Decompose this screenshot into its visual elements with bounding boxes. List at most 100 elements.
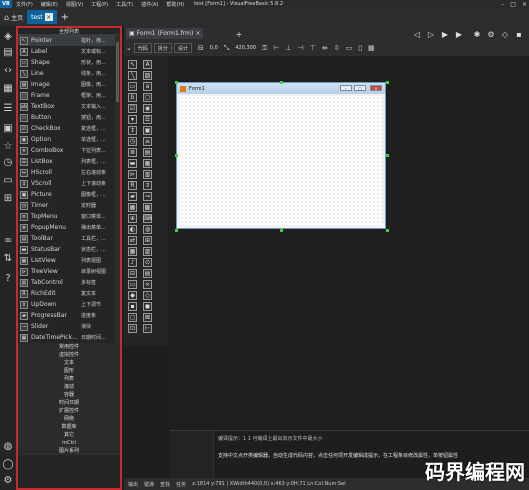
palette-image-icon[interactable]: ▨ <box>143 71 152 80</box>
align-left-icon[interactable]: ⊢ <box>273 44 279 52</box>
distribute-h-icon[interactable]: ⇹ <box>322 44 328 52</box>
palette-net-icon[interactable]: ⊠ <box>143 313 152 322</box>
toolbox-item-slider[interactable]: ⊸ Slider 滑块 <box>18 321 120 332</box>
tasks-tab[interactable]: 任务 <box>176 481 186 488</box>
palette-popup-icon[interactable]: ≡ <box>143 137 152 146</box>
maximize-icon[interactable]: □ <box>510 1 516 8</box>
form1-window[interactable]: Form1 – □ × <box>176 82 386 229</box>
palette-pager-icon[interactable]: ⊙ <box>143 258 152 267</box>
toolbox-category[interactable]: mCtrl <box>18 439 120 447</box>
menu-tools[interactable]: 工具(T) <box>112 1 137 8</box>
grid-icon[interactable]: ▦ <box>2 82 14 94</box>
palette-grid-icon[interactable]: ⊞ <box>143 236 152 245</box>
palette-web-icon[interactable]: ◐ <box>128 225 137 234</box>
palette-button-icon[interactable]: ▭ <box>128 82 137 91</box>
resize-handle-nw[interactable] <box>175 81 178 84</box>
toolbox-item-updown[interactable]: ⇕ UpDown 上下调节 <box>18 299 120 310</box>
toolbox-item-frame[interactable]: ▢ Frame 框架，用... <box>18 90 120 101</box>
layout-icon[interactable]: ⊟ <box>198 44 204 52</box>
palette-calendar-icon[interactable]: ▦ <box>128 203 137 212</box>
close-icon[interactable]: × <box>522 1 527 8</box>
clock-icon[interactable]: ◷ <box>2 156 14 168</box>
toolbox-category[interactable]: 图片系列 <box>18 447 120 455</box>
toolbox-item-line[interactable]: ╲ Line 线条，用... <box>18 68 120 79</box>
tab-test[interactable]: test × <box>27 10 57 24</box>
palette-toolbar-icon[interactable]: ≣ <box>128 148 137 157</box>
palette-custom-icon[interactable]: ∞ <box>143 280 152 289</box>
menu-project[interactable]: 工程(P) <box>87 1 112 8</box>
flow-icon[interactable]: ⇅ <box>2 252 14 264</box>
toolbox-item-vscroll[interactable]: ↕ VScroll 上下滚动条 <box>18 178 120 189</box>
same-height-icon[interactable]: ▯ <box>358 44 362 52</box>
palette-rtf-icon[interactable]: ▪ <box>128 302 137 311</box>
toolbox-item-statusbar[interactable]: ▬ StatusBar 状态栏，... <box>18 244 120 255</box>
design-view-button[interactable]: 设计 <box>173 43 192 53</box>
distribute-v-icon[interactable]: ⇳ <box>334 44 340 52</box>
palette-misc-icon[interactable]: ◼ <box>143 302 152 311</box>
toolbox-category[interactable]: 扩展控件 <box>18 407 120 415</box>
toolbox-category[interactable]: 数据库 <box>18 423 120 431</box>
palette-datetime-icon[interactable]: ⊸ <box>143 192 152 201</box>
palette-list-icon[interactable]: ▾ <box>128 115 137 124</box>
toolbox-item-image[interactable]: ▨ Image 图像，用... <box>18 79 120 90</box>
palette-textbox-icon[interactable]: a <box>143 82 152 91</box>
toolbox-item-option[interactable]: ◉ Option 单选框，... <box>18 134 120 145</box>
toolbox-item-tabcontrol[interactable]: ▥ TabControl 多标签 <box>18 277 120 288</box>
palette-end-icon[interactable]: ⊢ <box>143 324 152 333</box>
resize-handle-sw[interactable] <box>175 229 178 232</box>
toolbox-category[interactable]: 列表 <box>18 375 120 383</box>
link-icon[interactable]: ∞ <box>2 234 14 246</box>
resize-icon[interactable]: ⤡ <box>224 44 230 53</box>
toolbox-icon[interactable]: ▤ <box>2 46 14 58</box>
palette-option-icon[interactable]: ☑ <box>128 104 137 113</box>
toolbox-item-combobox[interactable]: ▾ ComboBox 下拉列表... <box>18 145 120 156</box>
tab-form1-design[interactable]: ▣ Form1 (Form1.frm) × <box>126 28 204 39</box>
find-tab[interactable]: 查找 <box>160 481 170 488</box>
toolbox-item-label[interactable]: A Label 文本或标... <box>18 46 120 57</box>
palette-socket-icon[interactable]: ◍ <box>143 225 152 234</box>
palette-chart-icon[interactable]: ▦ <box>128 247 137 256</box>
toolbox-category[interactable]: 常用控件 <box>18 343 120 351</box>
back-icon[interactable]: ◁ <box>412 29 422 39</box>
align-right-icon[interactable]: ⊣ <box>298 44 304 52</box>
toolbox-item-datetimepick[interactable]: ▦ DateTimePick... 日期时间... <box>18 332 120 343</box>
toolbox-category[interactable]: 网络 <box>18 415 120 423</box>
toolbox-item-listbox[interactable]: ☰ ListBox 列表框，... <box>18 156 120 167</box>
toolbox-item-pointer[interactable]: ↖ Pointer 指针，用... <box>18 35 120 46</box>
palette-combo-icon[interactable]: ◉ <box>143 104 152 113</box>
resize-handle-ne[interactable] <box>386 81 389 84</box>
toolbox-item-timer[interactable]: ◷ Timer 定时器 <box>18 200 120 211</box>
split-view-button[interactable]: 拆分 <box>153 43 172 53</box>
palette-ip-icon[interactable]: ▩ <box>143 203 152 212</box>
menu-file[interactable]: 文件(F) <box>12 1 37 8</box>
form-tab-close-icon[interactable]: × <box>195 30 200 37</box>
toolbox-item-toolbar[interactable]: ▤ ToolBar 工具栏，... <box>18 233 120 244</box>
palette-ext-icon[interactable]: ◻ <box>128 313 137 322</box>
palette-media-icon[interactable]: ▥ <box>143 247 152 256</box>
code-icon[interactable]: ‹› <box>2 64 14 76</box>
toolbox-category[interactable]: 时间日期 <box>18 399 120 407</box>
forward-icon[interactable]: ▷ <box>426 29 436 39</box>
menu-plugins[interactable]: 插件(A) <box>137 1 162 8</box>
toolbox-item-topmenu[interactable]: ≡ TopMenu 窗口菜单... <box>18 211 120 222</box>
toolbox-item-richedit[interactable]: Ȓ RichEdit 富文本 <box>18 288 120 299</box>
menu-edit[interactable]: 编辑(E) <box>37 1 62 8</box>
lock-icon[interactable]: ⚿ <box>262 44 267 53</box>
palette-label-icon[interactable]: A <box>143 60 152 69</box>
toolbox-item-picture[interactable]: ▣ Picture 图像框，... <box>18 189 120 200</box>
palette-picture-icon[interactable]: ↕ <box>128 126 137 135</box>
palette-tree-icon[interactable]: ▦ <box>143 159 152 168</box>
tab-home[interactable]: ⌂ 主页 <box>0 10 27 24</box>
palette-obj-icon[interactable]: ⊡ <box>128 324 137 333</box>
run-icon[interactable]: ▶ <box>440 29 450 39</box>
calendar-icon[interactable]: ▣ <box>2 122 14 134</box>
palette-icon-icon[interactable]: ◇ <box>143 291 152 300</box>
folder-icon[interactable]: ▭ <box>2 174 14 186</box>
layers-icon[interactable]: ◈ <box>2 30 14 42</box>
tab-close-icon[interactable]: × <box>44 13 53 21</box>
toolbox-category[interactable]: 滚动 <box>18 383 120 391</box>
same-width-icon[interactable]: ▭ <box>346 44 353 52</box>
toolbox-scroll-thumb[interactable] <box>116 42 119 102</box>
palette-menu-icon[interactable]: ◷ <box>128 137 137 146</box>
palette-updown-icon[interactable]: Ȓ <box>128 181 137 190</box>
